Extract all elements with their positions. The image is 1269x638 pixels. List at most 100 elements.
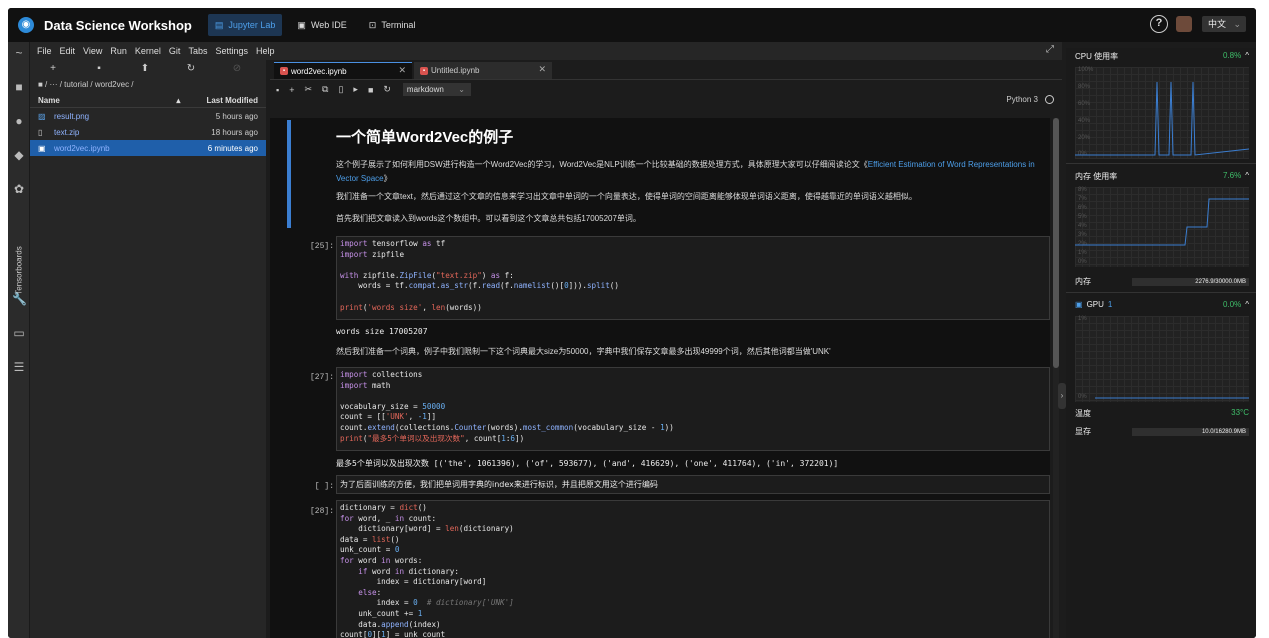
git-icon[interactable]: ◆	[12, 148, 26, 162]
notebook-toolbar: ▪ + ✂ ⧉ ▯ ▸ ■ ↻ markdown ⌄	[270, 80, 1062, 99]
markdown-paragraph: 然后我们准备一个词典，例子中我们限制一下这个词典最大size为50000，字典中…	[336, 347, 831, 356]
menu-kernel[interactable]: Kernel	[135, 46, 161, 56]
markdown-paragraph: 这个例子展示了如何利用DSW进行构造一个Word2Vec的学习，Word2Vec…	[336, 160, 1035, 183]
tab-terminal[interactable]: ⊡ Terminal	[362, 14, 423, 36]
tab-jupyter-lab[interactable]: ▤ Jupyter Lab	[207, 14, 283, 36]
resource-monitor: CPU 使用率 0.8% ^ 100% 80% 60% 40% 20% 0% 内存 …	[1066, 48, 1256, 638]
menu-view[interactable]: View	[83, 46, 102, 56]
tensorboards-tab[interactable]: Tensorboards	[15, 245, 24, 297]
wrench-icon[interactable]: 🔧	[12, 292, 27, 306]
menu-bar: File Edit View Run Kernel Git Tabs Setti…	[30, 42, 1062, 60]
cell-output: words size 17005207	[336, 327, 428, 336]
file-row[interactable]: ▣ word2vec.ipynb 6 minutes ago	[30, 140, 266, 156]
active-cell-indicator	[287, 120, 291, 228]
file-icon: ▯	[38, 127, 43, 137]
notebook-scrollbar[interactable]	[1053, 118, 1059, 638]
add-cell-icon[interactable]: +	[289, 85, 294, 95]
close-icon[interactable]: ✕	[538, 64, 546, 75]
left-activity-bar: ~ ■ ● ◆ ✿ Tensorboards 🔧 ▭ ☰	[8, 42, 30, 638]
gpu-header: ▣ GPU 1 0.0% ^	[1075, 300, 1249, 309]
cell-type-select[interactable]: markdown ⌄	[402, 83, 471, 96]
notebook-heading: 一个简单Word2Vec的例子	[336, 129, 514, 146]
scrollbar-thumb[interactable]	[1053, 118, 1059, 368]
cell-prompt: [27]:	[309, 373, 334, 382]
file-row[interactable]: ▨ result.png 5 hours ago	[30, 108, 266, 124]
cpu-graph: 100% 80% 60% 40% 20% 0%	[1075, 67, 1249, 159]
menu-tabs[interactable]: Tabs	[188, 46, 207, 56]
chevron-up-icon[interactable]: ^	[1245, 171, 1249, 182]
kernel-name[interactable]: Python 3	[1006, 95, 1038, 104]
stop-icon[interactable]: ■	[368, 85, 373, 95]
toc-icon[interactable]: ☰	[12, 360, 26, 374]
notebook-icon: ▪	[280, 67, 288, 75]
cut-icon[interactable]: ✂	[304, 84, 312, 95]
expand-icon[interactable]: ⤢	[1046, 44, 1054, 55]
divider	[1066, 292, 1256, 293]
new-folder-icon[interactable]: ▪	[76, 63, 122, 74]
tabs-icon[interactable]: ▭	[12, 326, 26, 340]
raw-cell[interactable]: 为了后面训练的方便，我们把单词用字典的index来进行标识，并且把原文用这个进行…	[336, 475, 1050, 494]
collapse-panel-icon[interactable]: ›	[1058, 383, 1066, 409]
sort-icon[interactable]: ▴	[176, 93, 180, 107]
breadcrumb[interactable]: ■ / ··· / tutorial / word2vec /	[30, 77, 266, 93]
markdown-paragraph: 首先我们把文章读入到words这个数组中。可以看到这个文章总共包括1700520…	[336, 214, 641, 223]
running-icon[interactable]: ●	[12, 114, 26, 128]
app-logo-icon: ◉	[18, 17, 34, 33]
palette-icon[interactable]: ✿	[12, 182, 26, 196]
cell-output: 最多5个单词以及出现次数 [('the', 1061396), ('of', 5…	[336, 459, 839, 468]
copy-icon[interactable]: ⧉	[322, 84, 328, 95]
notebook-panel: ▪ word2vec.ipynb ✕ ▪ Untitled.ipynb ✕ ▪ + ✂ …	[270, 60, 1062, 638]
menu-git[interactable]: Git	[169, 46, 181, 56]
menu-run[interactable]: Run	[110, 46, 127, 56]
cpu-header: CPU 使用率 0.8% ^	[1075, 51, 1249, 62]
save-icon[interactable]: ▪	[276, 85, 279, 95]
chevron-up-icon[interactable]: ^	[1245, 51, 1249, 62]
refresh-icon[interactable]: ↻	[168, 63, 214, 74]
vram-bar: 10.0/16280.9MB	[1132, 427, 1249, 436]
tab-untitled[interactable]: ▪ Untitled.ipynb ✕	[414, 62, 552, 79]
file-row[interactable]: ▯ text.zip 18 hours ago	[30, 124, 266, 140]
column-name[interactable]: Name	[38, 93, 176, 107]
code-cell[interactable]: dictionary = dict() for word, _ in count…	[336, 500, 1050, 638]
menu-settings[interactable]: Settings	[215, 46, 248, 56]
vram-usage: 显存 10.0/16280.9MB	[1075, 426, 1249, 437]
app-title: Data Science Workshop	[44, 17, 192, 33]
memory-usage: 内存 2276.9/30000.0MB	[1075, 276, 1249, 287]
notebook-tabs: ▪ word2vec.ipynb ✕ ▪ Untitled.ipynb ✕	[270, 60, 1062, 80]
help-icon[interactable]: ?	[1150, 15, 1168, 33]
language-select[interactable]: 中文 ⌄	[1202, 16, 1246, 32]
file-list-header: Name ▴ Last Modified	[30, 93, 266, 108]
restart-icon[interactable]: ↻	[383, 84, 391, 95]
git-clone-icon[interactable]: ⊘	[214, 63, 260, 74]
folder-icon[interactable]: ■	[12, 80, 26, 94]
avatar[interactable]	[1176, 16, 1192, 32]
column-last-modified[interactable]: Last Modified	[206, 93, 258, 107]
divider	[1066, 163, 1256, 164]
file-toolbar: + ▪ ⬆ ↻ ⊘	[30, 60, 266, 77]
gpu-line	[1095, 397, 1249, 399]
paste-icon[interactable]: ▯	[338, 84, 343, 95]
chevron-up-icon[interactable]: ^	[1245, 300, 1249, 309]
code-cell[interactable]: import tensorflow as tf import zipfile w…	[336, 236, 1050, 320]
chevron-down-icon: ⌄	[458, 85, 465, 94]
menu-edit[interactable]: Edit	[60, 46, 76, 56]
upload-icon[interactable]: ⬆	[122, 63, 168, 74]
app-window: ◉ Data Science Workshop ▤ Jupyter Lab ▣ We…	[8, 8, 1256, 638]
jupyter-logo-icon: ~	[15, 46, 23, 60]
gpu-icon: ▣	[1075, 300, 1083, 309]
menu-file[interactable]: File	[37, 46, 52, 56]
run-icon[interactable]: ▸	[353, 84, 358, 95]
tab-word2vec[interactable]: ▪ word2vec.ipynb ✕	[274, 62, 412, 79]
top-bar: ◉ Data Science Workshop ▤ Jupyter Lab ▣ We…	[8, 8, 1256, 42]
cells-area[interactable]: 一个简单Word2Vec的例子 这个例子展示了如何利用DSW进行构造一个Word…	[270, 118, 1050, 638]
markdown-paragraph: 我们准备一个文章text，然后通过这个文章的信息来学习出文章中单词的一个向量表达…	[336, 192, 917, 201]
menu-help[interactable]: Help	[256, 46, 275, 56]
terminal-icon: ⊡	[368, 19, 377, 30]
new-launcher-icon[interactable]: +	[30, 63, 76, 74]
gpu-graph: 1% 0%	[1075, 316, 1249, 402]
code-cell[interactable]: import collections import math vocabular…	[336, 367, 1050, 451]
temperature-row: 温度 33°C	[1075, 408, 1249, 418]
image-file-icon: ▨	[38, 111, 46, 121]
close-icon[interactable]: ✕	[398, 65, 406, 76]
tab-web-ide[interactable]: ▣ Web IDE	[290, 14, 353, 36]
